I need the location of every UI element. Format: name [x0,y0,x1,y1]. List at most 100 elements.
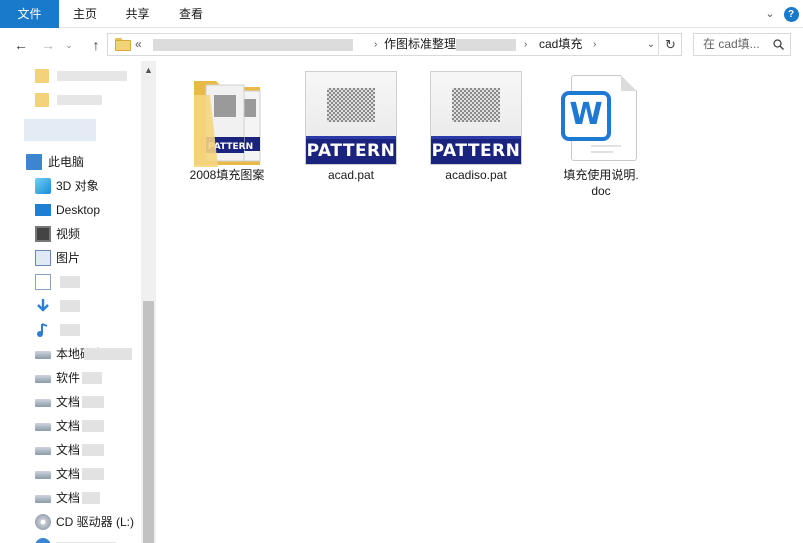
sidebar-item-3d-objects[interactable]: 3D 对象 [0,175,138,197]
chevron-down-icon[interactable]: ⌄ [643,34,659,55]
sidebar-item-label: 软件 [56,371,81,385]
file-item-pat[interactable]: PATTERN acadiso.pat [429,71,523,201]
sidebar-scrollbar[interactable]: ▲ [141,61,156,543]
navigation-bar: ← → ⌄ ↑ « › 作图标准整理 › cad填充 › ⌄ ↻ 在 cad填.… [0,29,803,61]
video-icon [35,226,51,242]
sidebar-item-label: 图片 [56,251,81,265]
documents-icon [35,274,51,290]
file-name: 填充使用说明. doc [563,168,639,198]
blurred-label [82,372,102,384]
sidebar-item-drive[interactable]: 文档 [0,439,138,461]
sidebar-item-local-disk[interactable]: 本地磁盘 [0,343,138,365]
file-item-folder[interactable]: PATTERN 2008填充图案 [182,75,272,201]
tab-home[interactable]: 主页 [59,0,111,28]
pattern-swatch [452,88,500,122]
wps-badge: W [561,91,611,141]
breadcrumb-segment[interactable]: cad填充 [539,34,582,55]
breadcrumb-separator: › [593,39,597,50]
forward-button[interactable]: → [38,35,58,55]
sidebar-item-this-pc[interactable]: 此电脑 [0,151,138,173]
navigation-pane: 此电脑 3D 对象 Desktop 视频 图片 本地磁盘 软件 文档 文档 文档… [0,61,156,543]
sidebar-item-documents[interactable] [0,271,138,293]
breadcrumb-overflow[interactable]: « [135,34,142,55]
folder-icon [115,37,131,52]
network-drive-icon [35,538,51,543]
doc-line [591,151,613,153]
drive-icon [35,351,51,359]
sidebar-item-label: Desktop [56,203,101,217]
pattern-badge: PATTERN [306,136,396,164]
address-bar[interactable]: « › 作图标准整理 › cad填充 › ⌄ [107,33,659,56]
file-name: acad.pat [327,168,375,182]
back-button[interactable]: ← [11,35,31,55]
file-item-pat[interactable]: PATTERN acad.pat [304,71,398,201]
sidebar-item-cd-drive[interactable]: CD 驱动器 (L:) [0,511,138,533]
sidebar-item-desktop[interactable]: Desktop [0,199,138,221]
blurred-label [82,396,104,408]
file-name: acadiso.pat [445,168,507,182]
blurred-path [153,39,353,51]
sidebar-item-music[interactable] [0,319,138,341]
quick-access-blurred [35,67,130,115]
breadcrumb-separator: › [524,39,528,50]
sidebar-item-label: 视频 [56,227,81,241]
pattern-file-icon: PATTERN [305,71,397,165]
sidebar-item-label: 3D 对象 [56,179,99,193]
tab-share[interactable]: 共享 [111,0,164,28]
sidebar-item-label: 文档 [56,467,81,481]
drive-icon [35,375,51,383]
drive-icon [35,423,51,431]
pictures-icon [35,250,51,266]
drive-icon [35,399,51,407]
drive-icon [35,495,51,503]
blurred-label [82,420,104,432]
pattern-swatch [327,88,375,122]
downloads-icon [37,299,49,312]
sidebar-item-label: 文档 [56,419,81,433]
3d-objects-icon [35,178,51,194]
sidebar-item-drive[interactable]: 文档 [0,415,138,437]
tab-view[interactable]: 查看 [164,0,218,28]
sidebar-item-drive[interactable]: 文档 [0,391,138,413]
sidebar-item-drive[interactable]: 文档 [0,487,138,509]
sidebar-item-drive[interactable]: 软件 [0,367,138,389]
up-button[interactable]: ↑ [86,35,106,55]
drive-icon [35,447,51,455]
onedrive-blurred [24,119,96,141]
sidebar-item-pictures[interactable]: 图片 [0,247,138,269]
blurred-label [82,468,104,480]
sidebar-item-partial[interactable] [0,535,138,543]
recent-locations-button[interactable]: ⌄ [62,35,76,55]
sidebar-item-label: 此电脑 [48,155,85,169]
search-icon [773,39,784,50]
refresh-button[interactable]: ↻ [660,33,682,56]
search-input[interactable]: 在 cad填... [693,33,791,56]
scroll-up-arrow-icon[interactable]: ▲ [141,65,156,75]
search-placeholder: 在 cad填... [703,37,760,51]
wps-writer-icon: W [561,75,637,163]
doc-line [591,145,621,147]
cd-drive-icon [35,514,51,530]
sidebar-item-drive[interactable]: 文档 [0,463,138,485]
help-button[interactable]: ? [783,5,799,23]
tab-file[interactable]: 文件 [0,0,59,28]
breadcrumb-segment[interactable]: 作图标准整理 [384,34,456,55]
file-name: 2008填充图案 [189,168,265,182]
blurred-path [456,39,516,51]
desktop-icon [35,204,51,216]
help-icon: ? [783,7,799,22]
file-item-doc[interactable]: W 填充使用说明. doc [555,75,647,205]
blurred-label [82,492,100,504]
sidebar-item-label: 文档 [56,395,81,409]
blurred-label [84,348,132,360]
blurred-label [60,300,80,312]
expand-ribbon-button[interactable]: ⌄ [762,5,778,23]
breadcrumb-separator: › [374,39,378,50]
scrollbar-thumb[interactable] [143,301,154,543]
sidebar-item-videos[interactable]: 视频 [0,223,138,245]
blurred-label [60,324,80,336]
folder-icon: PATTERN [194,81,261,167]
sidebar-item-downloads[interactable] [0,295,138,317]
ribbon: 文件 主页 共享 查看 ⌄ ? [0,0,803,28]
blurred-label [60,276,80,288]
